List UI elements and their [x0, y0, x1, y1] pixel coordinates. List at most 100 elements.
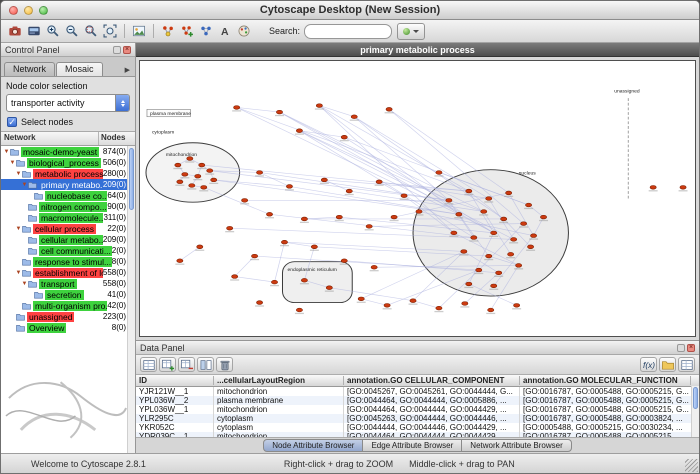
- node[interactable]: [199, 163, 205, 167]
- node[interactable]: [486, 254, 492, 258]
- table-cell[interactable]: YPL036W__1: [136, 405, 214, 414]
- column-header-annotation-go-cellular-component[interactable]: annotation.GO CELLULAR_COMPONENT: [344, 376, 520, 385]
- zoom-selected-region-icon[interactable]: [82, 22, 100, 40]
- import-attributes-icon[interactable]: [659, 357, 676, 372]
- node[interactable]: [508, 252, 514, 256]
- tree-item-multi-organism-pro[interactable]: multi-organism pro...42(0): [1, 300, 135, 311]
- node[interactable]: [201, 185, 207, 189]
- node[interactable]: [321, 178, 327, 182]
- tree-item-mosaic-demo-yeast[interactable]: ▼mosaic-demo-yeast874(0): [1, 146, 135, 157]
- node[interactable]: [401, 194, 407, 198]
- table-cell[interactable]: [GO:0016787, GO:0005488, GO:0005215, G..…: [520, 396, 691, 405]
- table-cell[interactable]: plasma membrane: [214, 396, 344, 405]
- expand-network-icon[interactable]: [178, 22, 196, 40]
- node[interactable]: [195, 174, 201, 178]
- node[interactable]: [316, 104, 322, 108]
- tree-item-primary-metabo[interactable]: ▼primary metabo...209(0): [1, 179, 135, 190]
- expand-arrow-icon[interactable]: ▼: [21, 182, 28, 188]
- table-cell[interactable]: [GO:0045263, GO:0044444, GO:0044446, ...: [344, 414, 520, 423]
- expand-arrow-icon[interactable]: ▼: [15, 226, 22, 232]
- node[interactable]: [296, 129, 302, 133]
- edge[interactable]: [180, 247, 200, 261]
- node[interactable]: [526, 203, 532, 207]
- table-row[interactable]: YKR052Ccytoplasm[GO:0044444, GO:0044446,…: [136, 423, 699, 432]
- tree-column-nodes[interactable]: Nodes: [99, 132, 135, 145]
- tree-item-overview[interactable]: Overview8(0): [1, 322, 135, 333]
- table-scrollbar[interactable]: [691, 386, 699, 437]
- zoom-window-icon[interactable]: [39, 6, 48, 15]
- vizmapper-icon[interactable]: [235, 22, 253, 40]
- node[interactable]: [386, 107, 392, 111]
- tree-item-cellular-process[interactable]: ▼cellular process22(0): [1, 223, 135, 234]
- node[interactable]: [376, 180, 382, 184]
- node[interactable]: [189, 184, 195, 188]
- node[interactable]: [296, 308, 302, 312]
- node[interactable]: [506, 191, 512, 195]
- zoom-out-icon[interactable]: [63, 22, 81, 40]
- node[interactable]: [301, 217, 307, 221]
- node[interactable]: [511, 238, 517, 242]
- edge[interactable]: [319, 106, 454, 233]
- network-canvas[interactable]: plasma membranecytoplasmmitochondrionnuc…: [139, 60, 696, 337]
- annotation-icon[interactable]: A: [216, 22, 234, 40]
- scrollbar-thumb[interactable]: [693, 387, 698, 409]
- node[interactable]: [451, 231, 457, 235]
- close-window-icon[interactable]: [9, 6, 18, 15]
- function-builder-icon[interactable]: f(x): [640, 357, 657, 372]
- table-row[interactable]: YJR121W__1mitochondrion[GO:0045267, GO:0…: [136, 387, 699, 396]
- edge[interactable]: [319, 106, 468, 191]
- table-cell[interactable]: mitochondrion: [214, 387, 344, 396]
- table-cell[interactable]: [GO:0005488, GO:0005215, GO:0030234, ...: [520, 423, 691, 432]
- node[interactable]: [341, 135, 347, 139]
- node[interactable]: [410, 299, 416, 303]
- select-attributes-icon[interactable]: [140, 357, 157, 372]
- node[interactable]: [175, 163, 181, 167]
- node[interactable]: [501, 217, 507, 221]
- table-cell[interactable]: [GO:0044464, GO:0044444, GO:0044429, ...: [344, 405, 520, 414]
- titlebar[interactable]: Cytoscape Desktop (New Session): [1, 1, 699, 20]
- node[interactable]: [471, 236, 477, 240]
- node[interactable]: [207, 169, 213, 173]
- edge[interactable]: [279, 112, 483, 211]
- tree-item-secretion[interactable]: secretion41(0): [1, 289, 135, 300]
- table-cell[interactable]: cytoplasm: [214, 423, 344, 432]
- tree-item-macromolecule[interactable]: macromolecule...311(0): [1, 212, 135, 223]
- node[interactable]: [251, 254, 257, 258]
- tree-item-unassigned[interactable]: unassigned223(0): [1, 311, 135, 322]
- float-panel-icon[interactable]: [677, 344, 685, 352]
- zoom-in-icon[interactable]: [44, 22, 62, 40]
- table-cell[interactable]: [GO:0016787, GO:0005488, GO:0005215, ...: [520, 432, 691, 437]
- node[interactable]: [271, 280, 277, 284]
- node[interactable]: [462, 302, 468, 306]
- table-cell[interactable]: cytoplasm: [214, 414, 344, 423]
- node[interactable]: [540, 215, 546, 219]
- table-cell[interactable]: [GO:0016787, GO:0005488, GO:0005215, G..…: [520, 405, 691, 414]
- delete-row-icon[interactable]: [216, 357, 233, 372]
- node[interactable]: [232, 275, 238, 279]
- table-cell[interactable]: YJR121W__1: [136, 387, 214, 396]
- node[interactable]: [436, 306, 442, 310]
- close-panel-icon[interactable]: ×: [123, 46, 131, 54]
- table-cell[interactable]: [GO:0044444, GO:0044446, GO:0044429, ...: [344, 423, 520, 432]
- expand-arrow-icon[interactable]: ▼: [9, 160, 16, 166]
- node[interactable]: [197, 245, 203, 249]
- graphics-details-icon[interactable]: [130, 22, 148, 40]
- combobox-arrows-icon[interactable]: [115, 95, 129, 111]
- node[interactable]: [366, 225, 372, 229]
- node[interactable]: [281, 240, 287, 244]
- table-cell[interactable]: YPL036W__2: [136, 396, 214, 405]
- table-cell[interactable]: mitochondrion: [214, 432, 344, 437]
- node[interactable]: [446, 199, 452, 203]
- node[interactable]: [256, 171, 262, 175]
- tree-item-nitrogen-compo[interactable]: nitrogen compo...90(0): [1, 201, 135, 212]
- node[interactable]: [514, 303, 520, 307]
- scrollbar-thumb[interactable]: [129, 148, 134, 210]
- table-row[interactable]: YDR039C__1mitochondrion[GO:0044464, GO:0…: [136, 432, 699, 437]
- expand-arrow-icon[interactable]: ▼: [21, 281, 28, 287]
- node[interactable]: [491, 231, 497, 235]
- node[interactable]: [301, 278, 307, 282]
- node[interactable]: [326, 286, 332, 290]
- node[interactable]: [182, 172, 188, 176]
- tab-network[interactable]: Network: [4, 62, 55, 76]
- column-header-cellularlayoutregion[interactable]: ...cellularLayoutRegion: [214, 376, 344, 385]
